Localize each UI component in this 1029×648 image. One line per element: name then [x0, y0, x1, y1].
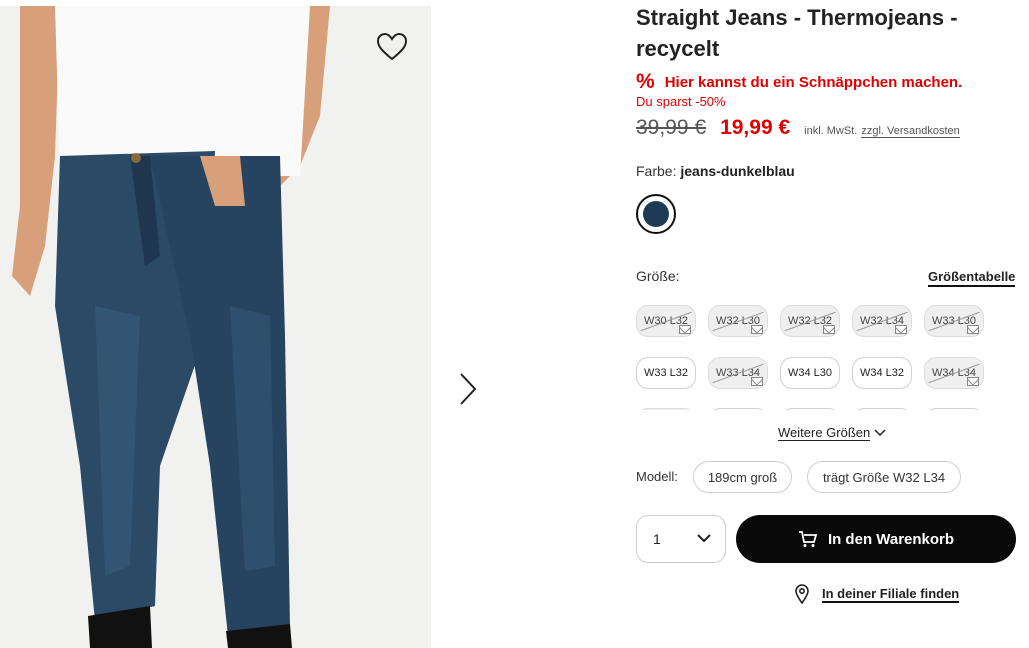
model-size-chip: trägt Größe W32 L34	[807, 461, 961, 493]
jeans-photo	[12, 6, 330, 648]
notify-mail-icon	[751, 325, 763, 334]
shipping-link[interactable]: zzgl. Versandkosten	[861, 125, 960, 138]
tax-label: inkl. MwSt.	[804, 125, 858, 137]
product-image	[0, 6, 431, 648]
size-option[interactable]: W34 L34	[924, 357, 984, 389]
color-swatch-jeans-dunkelblau[interactable]	[636, 194, 676, 234]
notify-mail-icon	[895, 325, 907, 334]
add-to-cart-button[interactable]: In den Warenkorb	[736, 515, 1016, 563]
size-option[interactable]: W33 L34	[708, 357, 768, 389]
size-label: Größe:	[636, 268, 680, 284]
size-option-partial[interactable]	[924, 408, 984, 410]
find-in-store-link[interactable]: In deiner Filiale finden	[794, 584, 960, 604]
size-option-partial[interactable]	[708, 408, 768, 410]
model-label: Modell:	[636, 469, 678, 484]
color-label: Farbe: jeans-dunkelblau	[636, 163, 795, 179]
size-option-partial[interactable]	[852, 408, 912, 410]
deal-banner: % Hier kannst du ein Schnäppchen machen.	[636, 70, 962, 94]
cart-icon	[798, 531, 818, 547]
size-option[interactable]: W33 L30	[924, 305, 984, 337]
product-title: Straight Jeans - Thermojeans - recycelt	[636, 5, 958, 61]
price-row: 39,99 € 19,99 € inkl. MwSt. zzgl. Versand…	[636, 116, 960, 140]
size-option[interactable]: W32 L30	[708, 305, 768, 337]
size-option[interactable]: W34 L32	[852, 357, 912, 389]
location-pin-icon	[795, 584, 809, 604]
size-option[interactable]: W30 L32	[636, 305, 696, 337]
color-value: jeans-dunkelblau	[680, 163, 795, 179]
quantity-select[interactable]: 1	[636, 515, 726, 563]
old-price: 39,99 €	[636, 116, 707, 139]
percent-icon: %	[636, 70, 655, 93]
add-to-cart-label: In den Warenkorb	[827, 530, 955, 548]
sale-price: 19,99 €	[720, 116, 791, 139]
next-image-chevron-icon[interactable]	[455, 370, 481, 408]
quantity-value: 1	[653, 531, 661, 547]
size-option[interactable]: W34 L30	[780, 357, 840, 389]
notify-mail-icon	[967, 377, 979, 386]
size-option[interactable]: W33 L32	[636, 357, 696, 389]
size-grid: W30 L32 W32 L30 W32 L32 W32 L34 W33 L30 W33 L…	[636, 305, 1006, 410]
size-option-partial[interactable]	[780, 408, 840, 410]
savings-text: Du sparst -50%	[636, 94, 726, 109]
size-option-partial[interactable]	[636, 408, 696, 410]
swatch-fill	[643, 201, 669, 227]
deal-text: Hier kannst du ein Schnäppchen machen.	[664, 73, 963, 91]
tax-note: inkl. MwSt. zzgl. Versandkosten	[804, 125, 960, 138]
size-table-link[interactable]: Größentabelle	[928, 269, 1016, 287]
find-in-store-label: In deiner Filiale finden	[822, 585, 960, 603]
size-option[interactable]: W32 L34	[852, 305, 912, 337]
model-height-chip: 189cm groß	[693, 461, 792, 493]
notify-mail-icon	[823, 325, 835, 334]
more-sizes-label: Weitere Größen	[778, 425, 871, 441]
chevron-down-icon	[697, 534, 711, 543]
notify-mail-icon	[967, 325, 979, 334]
wishlist-heart-icon[interactable]	[375, 31, 409, 63]
notify-mail-icon	[679, 325, 691, 334]
size-option[interactable]: W32 L32	[780, 305, 840, 337]
more-sizes-button[interactable]: Weitere Größen	[778, 425, 886, 441]
notify-mail-icon	[751, 377, 763, 386]
color-label-text: Farbe:	[636, 163, 677, 179]
chevron-down-icon	[874, 429, 886, 437]
